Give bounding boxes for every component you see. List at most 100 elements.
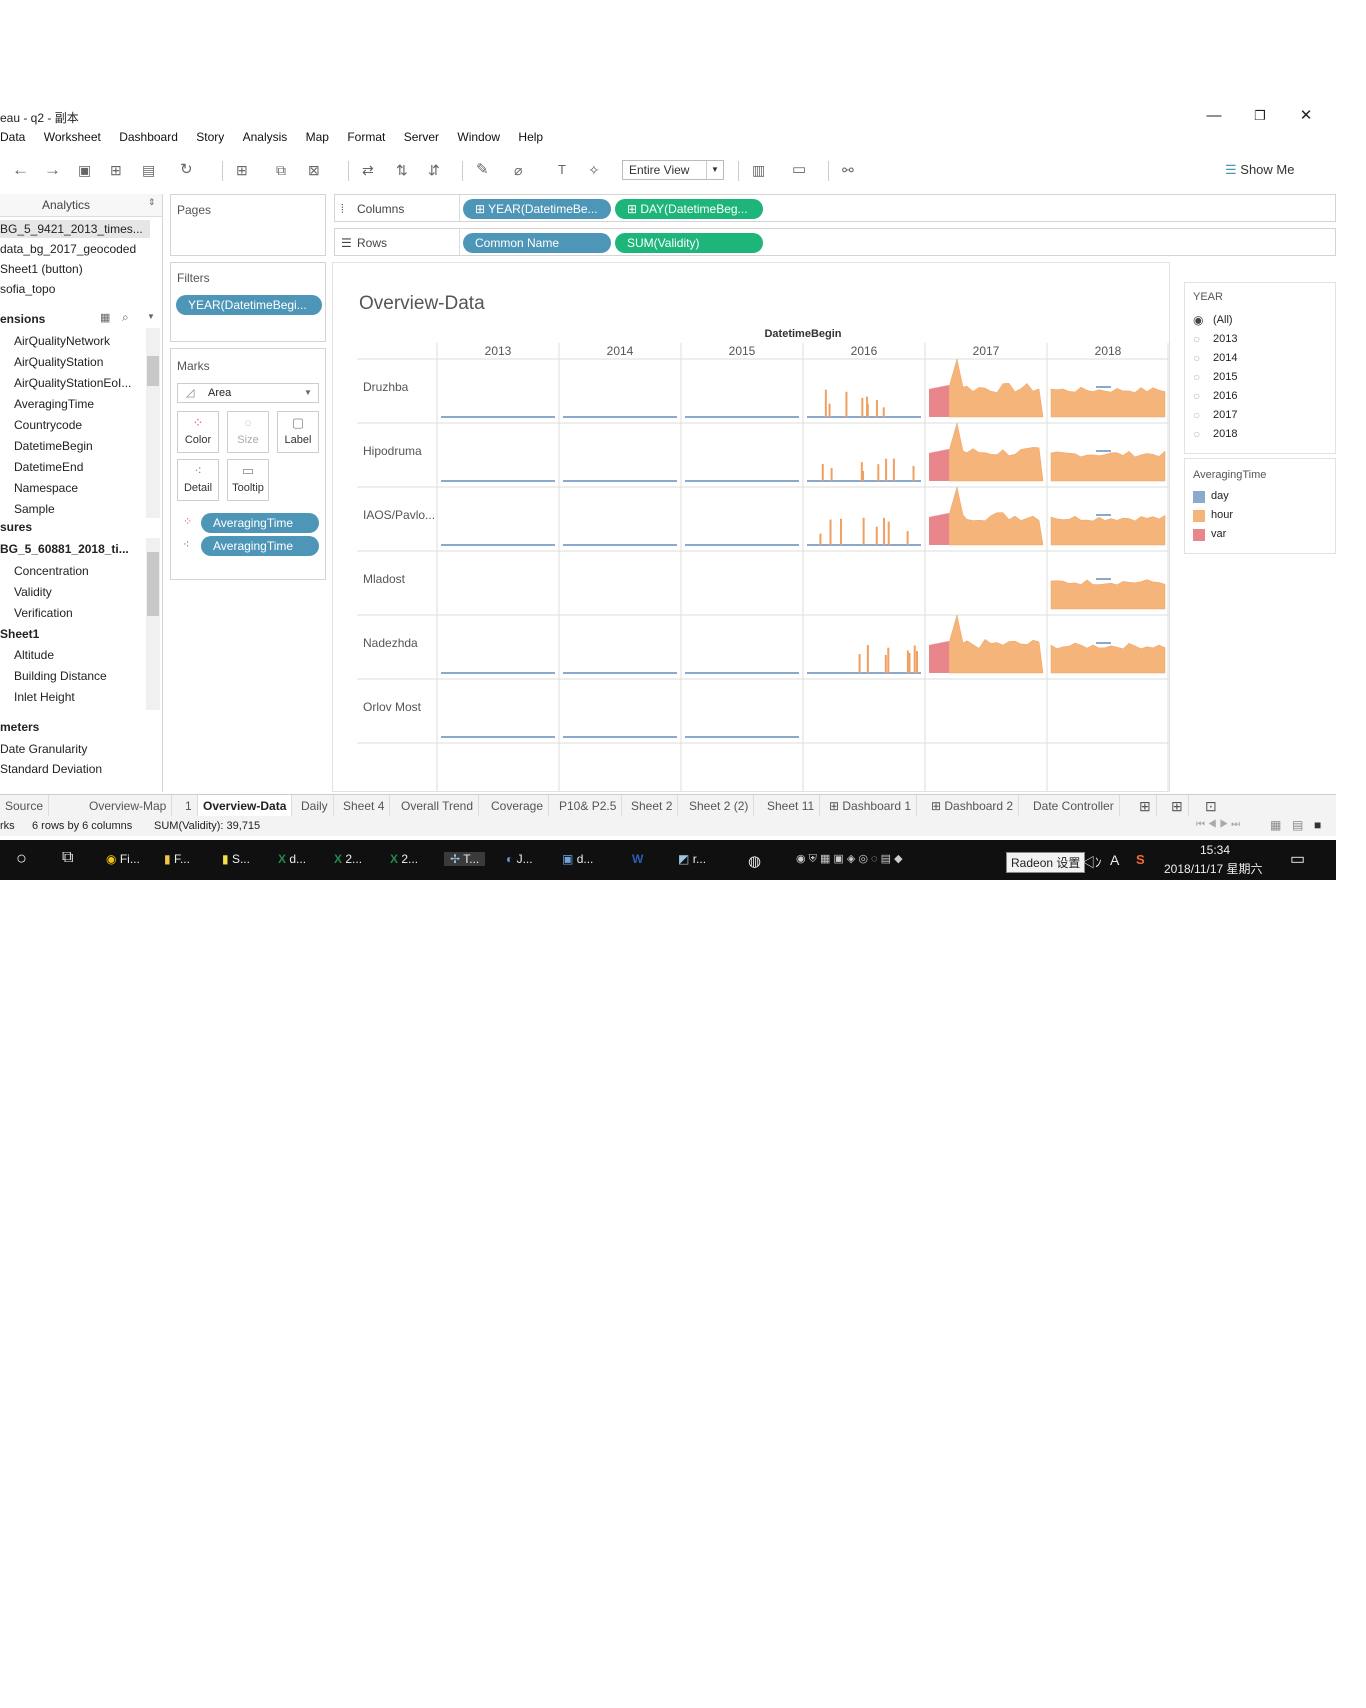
tab-sheet-2-2[interactable]: Sheet 2 (2) [684,795,755,817]
legend-label-day[interactable]: day [1211,490,1229,502]
tab-arrows-icon[interactable]: ⇕ [148,197,156,208]
hour-spike[interactable] [883,517,886,545]
radio-icon[interactable]: ○ [1193,427,1200,441]
hour-spike[interactable] [829,519,832,545]
legend-swatch-day[interactable] [1193,491,1205,503]
measure-item[interactable]: Building Distance [14,669,107,683]
sort-ascending-icon[interactable]: ⇅ [396,161,408,179]
legend-label-hour[interactable]: hour [1211,509,1233,521]
forward-icon[interactable]: → [44,161,61,179]
hour-area[interactable] [948,358,1044,418]
hour-spike[interactable] [887,521,890,545]
notification-icon[interactable]: ▭ [1290,849,1305,869]
hour-spike[interactable] [877,464,880,481]
hour-spike[interactable] [906,531,909,545]
hour-spike[interactable] [845,391,848,417]
year-option-label[interactable]: 2018 [1213,428,1237,440]
menu-data[interactable]: Data [0,130,25,144]
measure-item[interactable]: Altitude [14,648,54,662]
measure-item[interactable]: Concentration [14,564,89,578]
tab-p10-p25[interactable]: P10& P2.5 [554,795,623,817]
dimension-item[interactable]: DatetimeEnd [14,460,83,474]
legend-swatch-hour[interactable] [1193,510,1205,522]
taskbar-app[interactable]: ◉ Fi... [106,852,140,866]
menu-help[interactable]: Help [518,130,543,144]
tab-overview-map[interactable]: Overview-Map [84,795,173,817]
back-icon[interactable]: ← [12,161,29,179]
duplicate-sheet-icon[interactable]: ⧉ [276,161,286,179]
tab-analytics[interactable]: Analytics [42,198,90,212]
year-option-label[interactable]: 2017 [1213,409,1237,421]
sheet-sorter-icon[interactable]: ▦ [1270,818,1281,832]
hour-spike[interactable] [912,465,915,481]
measure-item[interactable]: Verification [14,606,73,620]
hour-spike[interactable] [875,526,878,545]
hour-area[interactable] [1050,514,1166,546]
dimensions-scrollbar[interactable] [146,328,160,518]
datasource-item[interactable]: Sheet1 (button) [0,262,83,276]
new-datasource-icon[interactable]: ⊞ [110,161,122,179]
measures-scrollbar[interactable] [146,538,160,710]
hour-spike[interactable] [882,407,885,417]
tab-sheet-4[interactable]: Sheet 4 [338,795,391,817]
hour-spike[interactable] [839,518,842,545]
radio-icon[interactable]: ◉ [1193,313,1203,327]
hour-area[interactable] [948,614,1044,674]
minimize-icon[interactable]: — [1191,104,1237,128]
taskbar-app[interactable]: ◩ r... [678,852,706,866]
taskbar-app[interactable]: ▮ F... [164,852,190,866]
hour-spike[interactable] [828,403,831,417]
menu-story[interactable]: Story [196,130,224,144]
tab-coverage[interactable]: Coverage [486,795,550,817]
pause-updates-icon[interactable]: ▤ [142,161,155,179]
hour-spike[interactable] [819,533,822,545]
year-option-label[interactable]: 2013 [1213,333,1237,345]
legend-label-var[interactable]: var [1211,528,1226,540]
var-area[interactable] [929,513,949,545]
radio-icon[interactable]: ○ [1193,370,1200,384]
color-button[interactable]: ⁘ Color [177,411,219,453]
grid-view-icon[interactable]: ▦ [100,311,110,324]
tab-date-controller[interactable]: Date Controller [1028,795,1120,817]
paint-icon[interactable]: ◍ [748,852,761,870]
datasource-item[interactable]: data_bg_2017_geocoded [0,242,136,256]
hour-area[interactable] [1050,579,1166,610]
measure-item[interactable]: Validity [14,585,52,599]
radio-icon[interactable]: ○ [1193,408,1200,422]
cortana-icon[interactable]: ○ [16,848,27,869]
parameter-item[interactable]: Date Granularity [0,742,87,756]
dimension-item[interactable]: AirQualityNetwork [14,334,110,348]
menu-format[interactable]: Format [347,130,385,144]
menu-window[interactable]: Window [457,130,500,144]
measure-item[interactable]: Inlet Height [14,690,75,704]
fix-axes-icon[interactable]: ✧ [588,161,600,179]
new-story-tab-icon[interactable]: ⊡ [1200,795,1222,817]
menu-analysis[interactable]: Analysis [243,130,288,144]
menu-worksheet[interactable]: Worksheet [44,130,101,144]
radio-icon[interactable]: ○ [1193,332,1200,346]
hour-spike[interactable] [858,654,861,673]
hour-spike[interactable] [830,468,833,481]
tab-overview-data[interactable]: Overview-Data [198,795,293,817]
tab-dashboard-2[interactable]: ⊞ Dashboard 2 [926,795,1020,817]
refresh-icon[interactable]: ↻ [180,161,193,179]
tab-overall-trend[interactable]: Overall Trend [396,795,480,817]
legend-swatch-var[interactable] [1193,529,1205,541]
hour-spike[interactable] [885,458,888,481]
dimension-item[interactable]: Namespace [14,481,78,495]
hour-area[interactable] [1050,642,1166,674]
hour-spike[interactable] [913,645,916,673]
tab-sheet-11[interactable]: Sheet 11 [762,795,821,817]
new-worksheet-icon[interactable]: ⊞ [236,161,248,179]
filter-pill[interactable]: YEAR(DatetimeBegi... [176,295,322,315]
scrollbar-thumb[interactable] [147,356,159,386]
hour-area[interactable] [948,422,1044,482]
hour-spike[interactable] [892,458,895,481]
dimension-item[interactable]: Countrycode [14,418,82,432]
presentation-mode-icon[interactable]: ▭ [792,161,806,179]
new-worksheet-tab-icon[interactable]: ⊞ [1134,795,1157,817]
hour-spike[interactable] [861,397,864,417]
dimension-item[interactable]: AirQualityStation [14,355,103,369]
size-button[interactable]: ○ Size [227,411,269,453]
sort-descending-icon[interactable]: ⇵ [428,161,440,179]
